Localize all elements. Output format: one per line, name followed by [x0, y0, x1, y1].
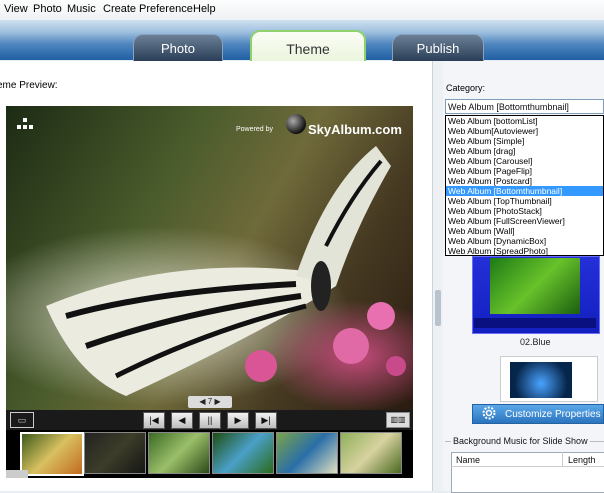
menu-view[interactable]: View: [4, 3, 28, 15]
category-option[interactable]: Web Album [Wall]: [446, 226, 603, 236]
thumbnail-5[interactable]: [276, 432, 338, 474]
theme-thumbnail-next-image: [510, 362, 572, 398]
theme-name-label: 02.Blue: [520, 337, 551, 347]
prev-button[interactable]: ◀: [171, 412, 193, 429]
tab-photo[interactable]: Photo: [133, 34, 223, 61]
category-option[interactable]: Web Album [DynamicBox]: [446, 236, 603, 246]
column-divider[interactable]: [562, 452, 563, 466]
menu-create[interactable]: Create: [103, 3, 136, 15]
menu-bar: View Photo Music Create Preference Help: [0, 0, 604, 21]
category-option[interactable]: Web Album [Carousel]: [446, 156, 603, 166]
thumbnail-1[interactable]: [20, 432, 84, 476]
thumbnail-scrollbar[interactable]: [6, 470, 28, 478]
page-indicator[interactable]: ◀ 7 ▶: [188, 396, 232, 408]
powered-by-label: Powered by: [236, 126, 273, 133]
fullscreen-icon[interactable]: ▭: [10, 412, 34, 428]
thumbnail-2[interactable]: [84, 432, 146, 474]
category-option[interactable]: Web Album [PhotoStack]: [446, 206, 603, 216]
skyalbum-logo-icon: [286, 114, 306, 134]
next-button[interactable]: ▶: [227, 412, 249, 429]
menu-music[interactable]: Music: [67, 3, 96, 15]
splitter-grip-icon[interactable]: [435, 290, 441, 326]
category-option[interactable]: Web Album [FullScreenViewer]: [446, 216, 603, 226]
panel-splitter[interactable]: [433, 61, 443, 491]
column-header-line: [451, 466, 604, 467]
tab-publish[interactable]: Publish: [392, 34, 484, 61]
preview-label: eme Preview:: [0, 80, 58, 91]
category-option[interactable]: Web Album [Postcard]: [446, 176, 603, 186]
category-option[interactable]: Web Album [bottomList]: [446, 116, 603, 126]
category-option[interactable]: Web Album [PageFlip]: [446, 166, 603, 176]
background-music-label: Background Music for Slide Show: [451, 436, 590, 446]
last-button[interactable]: ▶|: [255, 412, 277, 429]
menu-preference[interactable]: Preference: [139, 3, 193, 15]
brand-label: SkyAlbum.com: [308, 122, 402, 137]
category-label: Category:: [446, 83, 486, 93]
menu-photo[interactable]: Photo: [33, 3, 62, 15]
tab-theme[interactable]: Theme: [250, 30, 366, 63]
category-option-selected[interactable]: Web Album [Bottomthumbnail]: [446, 186, 603, 196]
thumbnail-3[interactable]: [148, 432, 210, 474]
category-option[interactable]: Web Album [SpreadPhoto]: [446, 246, 603, 256]
thumbnail-4[interactable]: [212, 432, 274, 474]
grid-view-icon[interactable]: [17, 118, 33, 130]
theme-thumbnail-strip: [474, 318, 596, 328]
category-option[interactable]: Web Album[Autoviewer]: [446, 126, 603, 136]
butterfly-graphic: [46, 146, 406, 396]
preview-photo: [6, 106, 413, 410]
gear-icon: [482, 406, 496, 420]
theme-thumbnail-image: [490, 258, 580, 314]
category-option[interactable]: Web Album [drag]: [446, 146, 603, 156]
category-select[interactable]: Web Album [Bottomthumbnail]: [445, 99, 604, 114]
category-option[interactable]: Web Album [TopThumbnail]: [446, 196, 603, 206]
thumbnails-toggle-icon[interactable]: ▥▥: [386, 412, 410, 428]
column-header-length[interactable]: Length: [568, 455, 596, 465]
thumbnail-6[interactable]: [340, 432, 402, 474]
first-button[interactable]: |◀: [143, 412, 165, 429]
pause-button[interactable]: ||: [199, 412, 221, 429]
menu-help[interactable]: Help: [193, 3, 216, 15]
column-header-name[interactable]: Name: [456, 455, 480, 465]
category-option[interactable]: Web Album [Simple]: [446, 136, 603, 146]
